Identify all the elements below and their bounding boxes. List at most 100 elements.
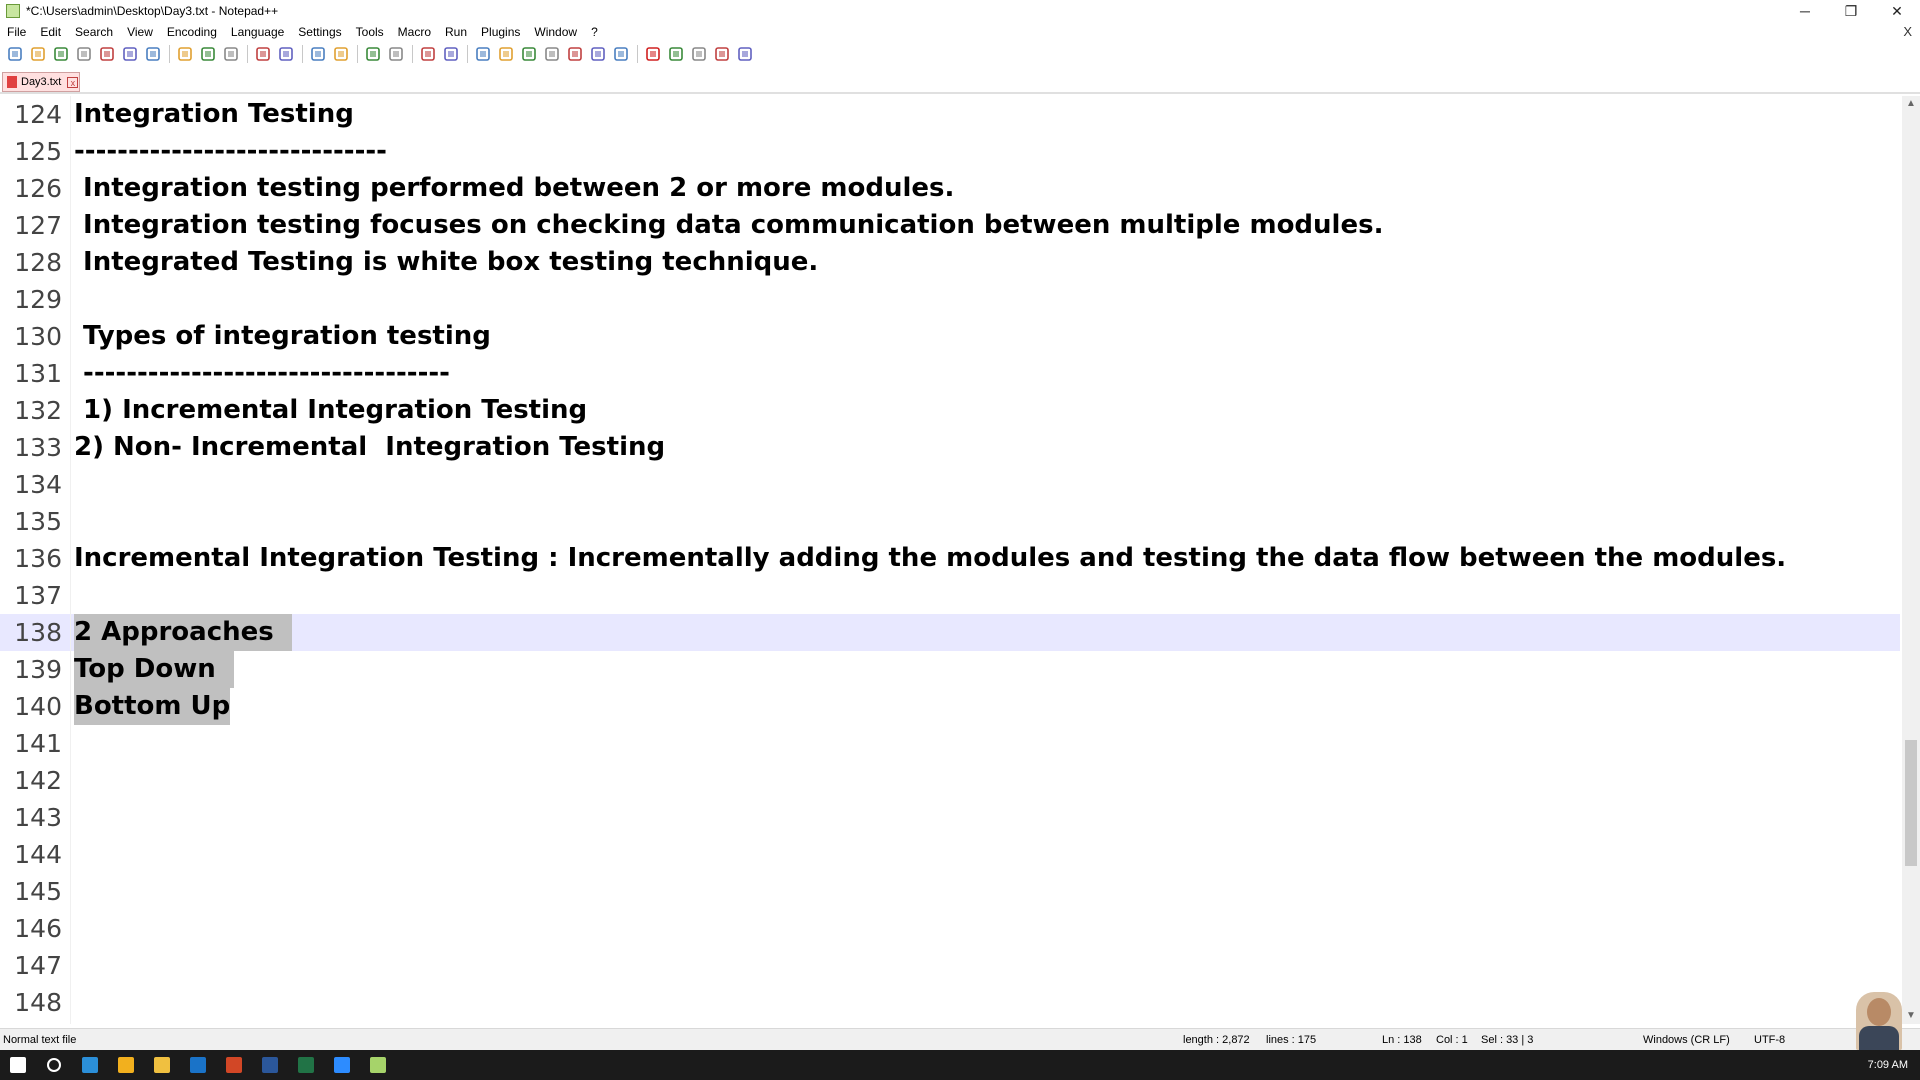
editor-line[interactable]: 126 Integration testing performed betwee… <box>0 170 1900 207</box>
run-macro-multiple-icon[interactable] <box>713 45 731 63</box>
stop-macro-icon[interactable] <box>667 45 685 63</box>
editor-line[interactable]: 124 Integration Testing <box>0 96 1900 133</box>
doc-map-icon[interactable] <box>543 45 561 63</box>
editor-line[interactable]: 128 Integrated Testing is white box test… <box>0 244 1900 281</box>
editor-line[interactable]: 139 Top Down <box>0 651 1900 688</box>
editor-line[interactable]: 136 Incremental Integration Testing : Inc… <box>0 540 1900 577</box>
copy-icon[interactable] <box>199 45 217 63</box>
cut-icon[interactable] <box>176 45 194 63</box>
word-wrap-icon[interactable] <box>474 45 492 63</box>
minimize-button[interactable]: ─ <box>1782 0 1828 22</box>
editor-line[interactable]: 127 Integration testing focuses on check… <box>0 207 1900 244</box>
editor-line[interactable]: 146 <box>0 910 1900 947</box>
print-icon[interactable] <box>144 45 162 63</box>
powerpoint-icon[interactable] <box>216 1050 252 1080</box>
editor-line[interactable]: 125 ----------------------------- <box>0 133 1900 170</box>
toolbar-separator <box>412 45 413 63</box>
menu-item-run[interactable]: Run <box>438 22 474 42</box>
editor-line[interactable]: 137 <box>0 577 1900 614</box>
editor-line[interactable]: 143 <box>0 799 1900 836</box>
editor-line[interactable]: 144 <box>0 836 1900 873</box>
menu-item-window[interactable]: Window <box>527 22 584 42</box>
menu-item-view[interactable]: View <box>120 22 160 42</box>
edge-icon[interactable] <box>72 1050 108 1080</box>
monitoring-icon[interactable] <box>612 45 630 63</box>
editor-line[interactable]: 135 <box>0 503 1900 540</box>
zoom-in-icon[interactable] <box>364 45 382 63</box>
close-document-button[interactable]: X <box>1903 22 1912 42</box>
save-icon[interactable] <box>52 45 70 63</box>
editor-line[interactable]: 142 <box>0 762 1900 799</box>
undo-icon[interactable] <box>254 45 272 63</box>
editor-line[interactable]: 131 ---------------------------------- <box>0 355 1900 392</box>
indent-guide-icon[interactable] <box>520 45 538 63</box>
editor-line[interactable]: 134 <box>0 466 1900 503</box>
folder-workspace-icon[interactable] <box>589 45 607 63</box>
menu-item-file[interactable]: File <box>0 22 33 42</box>
line-number: 138 <box>14 618 62 647</box>
menu-item-edit[interactable]: Edit <box>33 22 68 42</box>
tab-close-button[interactable]: x <box>67 76 79 88</box>
editor-line[interactable]: 130 Types of integration testing <box>0 318 1900 355</box>
line-number: 143 <box>14 803 62 832</box>
show-all-chars-icon[interactable] <box>497 45 515 63</box>
scroll-up-icon[interactable]: ▲ <box>1902 96 1920 112</box>
function-list-icon[interactable] <box>566 45 584 63</box>
open-file-icon[interactable] <box>29 45 47 63</box>
word-icon[interactable] <box>252 1050 288 1080</box>
chrome-icon[interactable] <box>108 1050 144 1080</box>
record-macro-icon[interactable] <box>644 45 662 63</box>
tab-day3[interactable]: Day3.txt x <box>2 72 80 92</box>
zoom-icon[interactable] <box>324 1050 360 1080</box>
windows-start-icon[interactable] <box>0 1050 36 1080</box>
search-icon[interactable] <box>36 1050 72 1080</box>
line-number: 134 <box>14 470 62 499</box>
editor-line[interactable]: 133 2) Non- Incremental Integration Testi… <box>0 429 1900 466</box>
maximize-button[interactable]: ❐ <box>1828 0 1874 22</box>
status-sel: Sel : 33 | 3 <box>1481 1034 1534 1046</box>
outlook-icon[interactable] <box>180 1050 216 1080</box>
scroll-thumb[interactable] <box>1905 740 1917 866</box>
sync-vertical-icon[interactable] <box>419 45 437 63</box>
redo-icon[interactable] <box>277 45 295 63</box>
editor-line[interactable]: 140 Bottom Up <box>0 688 1900 725</box>
editor-area[interactable]: 124 Integration Testing 125 ---------------… <box>0 96 1900 1024</box>
line-number: 137 <box>14 581 62 610</box>
editor-line[interactable]: 141 <box>0 725 1900 762</box>
excel-icon[interactable] <box>288 1050 324 1080</box>
scroll-down-icon[interactable]: ▼ <box>1902 1008 1920 1024</box>
save-all-icon[interactable] <box>75 45 93 63</box>
new-file-icon[interactable] <box>6 45 24 63</box>
editor-line[interactable]: 129 <box>0 281 1900 318</box>
menu-item-macro[interactable]: Macro <box>391 22 438 42</box>
close-all-icon[interactable] <box>121 45 139 63</box>
menu-item-plugins[interactable]: Plugins <box>474 22 527 42</box>
save-macro-icon[interactable] <box>736 45 754 63</box>
zoom-out-icon[interactable] <box>387 45 405 63</box>
paste-icon[interactable] <box>222 45 240 63</box>
menu-item-help[interactable]: ? <box>584 22 605 42</box>
editor-line[interactable]: 148 <box>0 984 1900 1021</box>
menu-item-search[interactable]: Search <box>68 22 120 42</box>
close-window-button[interactable]: ✕ <box>1874 0 1920 22</box>
notepadpp-icon[interactable] <box>360 1050 396 1080</box>
menu-item-tools[interactable]: Tools <box>349 22 391 42</box>
find-icon[interactable] <box>309 45 327 63</box>
editor-line[interactable]: 145 <box>0 873 1900 910</box>
editor-line[interactable]: 147 <box>0 947 1900 984</box>
replace-icon[interactable] <box>332 45 350 63</box>
editor-line[interactable]: 132 1) Incremental Integration Testing <box>0 392 1900 429</box>
menu-item-settings[interactable]: Settings <box>291 22 348 42</box>
menu-item-encoding[interactable]: Encoding <box>160 22 224 42</box>
status-length: length : 2,872 <box>1183 1034 1250 1046</box>
toolbar-separator <box>247 45 248 63</box>
play-macro-icon[interactable] <box>690 45 708 63</box>
vertical-scrollbar[interactable]: ▲ ▼ <box>1902 96 1920 1024</box>
menu-item-language[interactable]: Language <box>224 22 291 42</box>
close-icon[interactable] <box>98 45 116 63</box>
file-explorer-icon[interactable] <box>144 1050 180 1080</box>
sync-horizontal-icon[interactable] <box>442 45 460 63</box>
status-encoding: UTF-8 <box>1754 1034 1786 1046</box>
windows-taskbar: 7:09 AM <box>0 1050 1920 1080</box>
editor-line[interactable]: 138 2 Approaches <box>0 614 1900 651</box>
